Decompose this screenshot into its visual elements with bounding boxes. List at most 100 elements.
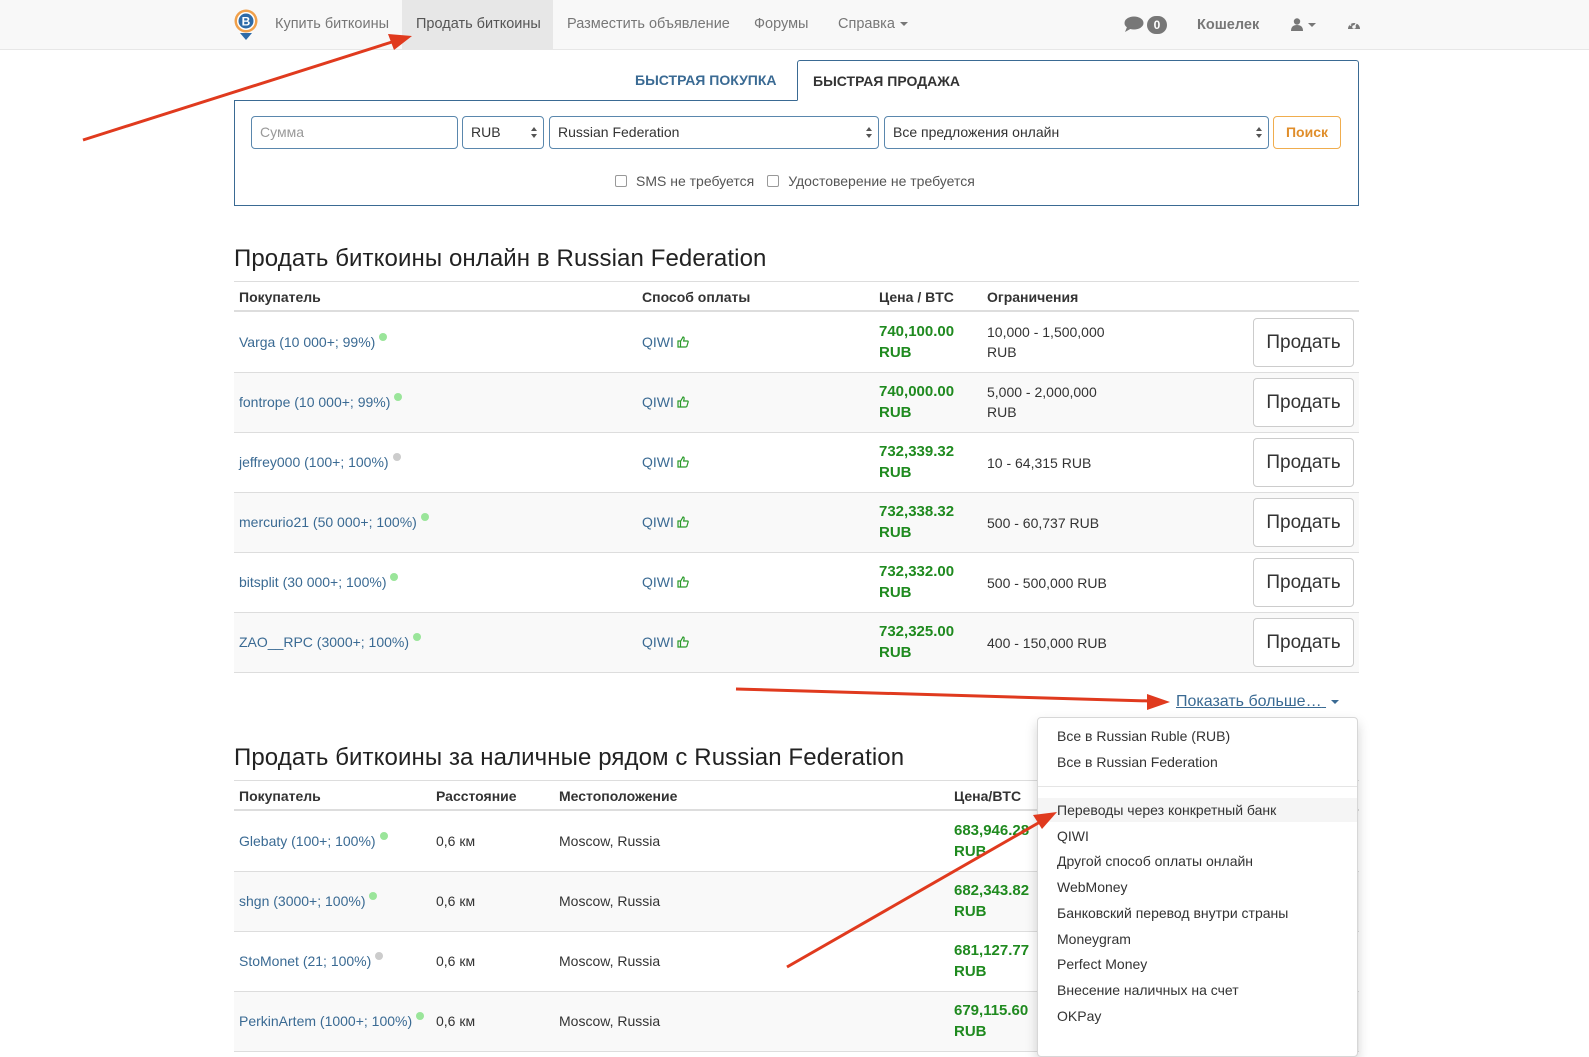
status-offline-icon — [392, 453, 401, 461]
price-value: 682,343.82 — [954, 882, 1030, 899]
price-currency: RUB — [879, 404, 912, 421]
limits-value: 10,000 - 1,500,000 — [987, 324, 1105, 340]
table-row: bitsplit (30 000+; 100%) QIWI 732,332.00 RU… — [234, 553, 1359, 613]
nav-post-ad[interactable]: Разместить объявление — [553, 0, 744, 49]
price-currency: RUB — [879, 644, 912, 661]
offer-type-select[interactable]: Все предложения онлайн — [884, 116, 1269, 149]
location-cell: Moscow, Russia — [559, 953, 661, 969]
buyer-link[interactable]: jeffrey000 (100+; 100%) — [239, 454, 389, 470]
status-online-icon — [420, 513, 429, 521]
tab-quick-sell[interactable]: Быстрая продажа — [797, 60, 1359, 101]
menu-item[interactable]: Другой способ оплаты онлайн — [1038, 849, 1357, 873]
amount-input[interactable]: Сумма — [251, 116, 458, 149]
distance-cell: 0,6 км — [436, 953, 476, 969]
tab-quick-buy[interactable]: Быстрая покупка — [620, 60, 792, 101]
buyer-link[interactable]: Varga (10 000+; 99%) — [239, 334, 375, 350]
payment-cell: QIWI — [642, 394, 689, 410]
menu-item[interactable]: OKPay — [1038, 1004, 1357, 1028]
sell-button[interactable]: Продать — [1253, 438, 1354, 487]
table-row: Varga (10 000+; 99%) QIWI 740,100.00 RUB 10,… — [234, 313, 1359, 373]
payment-method-link[interactable]: QIWI — [642, 634, 674, 650]
limits-value: 5,000 - 2,000,000 — [987, 384, 1097, 400]
nav-buy-bitcoins[interactable]: Купить биткоины — [261, 0, 403, 49]
cash-section-title: Продать биткоины за наличные рядом с Rus… — [234, 744, 905, 771]
dashboard-button[interactable] — [1347, 0, 1361, 49]
status-online-icon — [390, 573, 399, 581]
col-distance: Расстояние — [436, 788, 517, 804]
user-menu-dropdown[interactable] — [1291, 0, 1316, 49]
menu-item[interactable]: WebMoney — [1038, 875, 1357, 899]
buyer-link[interactable]: Glebaty (100+; 100%) — [239, 833, 376, 849]
id-not-required-checkbox[interactable] — [767, 175, 780, 187]
show-more-dropdown[interactable]: Показать больше… — [1176, 693, 1340, 711]
buyer-cell: Glebaty (100+; 100%) — [239, 832, 388, 849]
payment-cell: QIWI — [642, 574, 689, 590]
sell-button[interactable]: Продать — [1253, 618, 1354, 667]
col-payment: Способ оплаты — [642, 289, 751, 305]
menu-item[interactable]: Переводы через конкретный банк — [1038, 798, 1357, 822]
chat-bubble-icon — [1124, 16, 1144, 32]
country-select[interactable]: Russian Federation — [549, 116, 879, 149]
sell-button[interactable]: Продать — [1253, 498, 1354, 547]
menu-item[interactable]: QIWI — [1038, 824, 1357, 848]
menu-item[interactable]: Moneygram — [1038, 927, 1357, 951]
user-icon — [1291, 18, 1303, 31]
col-location: Местоположение — [559, 788, 678, 804]
nav-help-dropdown[interactable]: Справка — [824, 0, 922, 49]
payment-cell: QIWI — [642, 634, 689, 650]
buyer-link[interactable]: mercurio21 (50 000+; 100%) — [239, 514, 417, 530]
wallet-link[interactable]: Кошелек — [1197, 0, 1259, 49]
buyer-cell: bitsplit (30 000+; 100%) — [239, 573, 399, 590]
localbitcoins-logo-icon[interactable]: B — [233, 9, 259, 41]
price-value: 732,325.00 — [879, 623, 955, 640]
payment-cell: QIWI — [642, 514, 689, 530]
price-currency: RUB — [879, 584, 912, 601]
status-offline-icon — [375, 952, 384, 960]
buyer-link[interactable]: PerkinArtem (1000+; 100%) — [239, 1013, 412, 1029]
chevron-down-icon — [1308, 22, 1316, 27]
menu-item[interactable]: Perfect Money — [1038, 952, 1357, 976]
buyer-link[interactable]: StoMonet (21; 100%) — [239, 953, 371, 969]
payment-method-link[interactable]: QIWI — [642, 394, 674, 410]
price-value: 683,946.28 — [954, 822, 1030, 839]
payment-method-link[interactable]: QIWI — [642, 454, 674, 470]
menu-item[interactable]: Банковский перевод внутри страны — [1038, 901, 1357, 925]
select-arrows-icon — [531, 126, 538, 140]
price-currency: RUB — [954, 843, 987, 860]
limits-currency: RUB — [987, 344, 1017, 360]
payment-method-link[interactable]: QIWI — [642, 574, 674, 590]
select-arrows-icon — [866, 126, 873, 140]
sms-not-required-checkbox[interactable] — [615, 175, 627, 187]
buyer-cell: Varga (10 000+; 99%) — [239, 333, 388, 350]
sell-button[interactable]: Продать — [1253, 318, 1354, 367]
search-button[interactable]: Поиск — [1273, 116, 1341, 149]
nav-forums[interactable]: Форумы — [740, 0, 822, 49]
buyer-link[interactable]: fontrope (10 000+; 99%) — [239, 394, 390, 410]
offer-type-value: Все предложения онлайн — [893, 124, 1060, 140]
price-cell: 683,946.28 RUB — [954, 820, 1029, 862]
nav-sell-bitcoins[interactable]: Продать биткоины — [402, 0, 553, 49]
messages-button[interactable]: 0 — [1124, 0, 1167, 49]
filter-checkboxes: SMS не требуется Удостоверение не требуе… — [615, 171, 975, 191]
buyer-link[interactable]: shgn (3000+; 100%) — [239, 893, 365, 909]
buyer-link[interactable]: ZAO__RPC (3000+; 100%) — [239, 634, 409, 650]
currency-select[interactable]: RUB — [462, 116, 544, 149]
location-cell: Moscow, Russia — [559, 833, 661, 849]
svg-text:B: B — [242, 15, 251, 29]
sell-button[interactable]: Продать — [1253, 378, 1354, 427]
id-not-required-label[interactable]: Удостоверение не требуется — [788, 173, 975, 189]
status-online-icon — [379, 333, 388, 341]
payment-cell: QIWI — [642, 334, 689, 350]
sell-button[interactable]: Продать — [1253, 558, 1354, 607]
menu-item[interactable]: Все в Russian Federation — [1038, 750, 1357, 774]
buyer-cell: StoMonet (21; 100%) — [239, 952, 384, 969]
buyer-link[interactable]: bitsplit (30 000+; 100%) — [239, 574, 386, 590]
payment-method-link[interactable]: QIWI — [642, 514, 674, 530]
payment-method-link[interactable]: QIWI — [642, 334, 674, 350]
menu-item[interactable]: Все в Russian Ruble (RUB) — [1038, 724, 1357, 748]
thumbs-up-icon — [677, 516, 689, 528]
navbar: B Купить биткоины Продать биткоины Разме… — [0, 0, 1589, 50]
menu-item[interactable]: Внесение наличных на счет — [1038, 978, 1357, 1002]
sms-not-required-label[interactable]: SMS не требуется — [636, 173, 754, 189]
distance-cell: 0,6 км — [436, 1013, 476, 1029]
